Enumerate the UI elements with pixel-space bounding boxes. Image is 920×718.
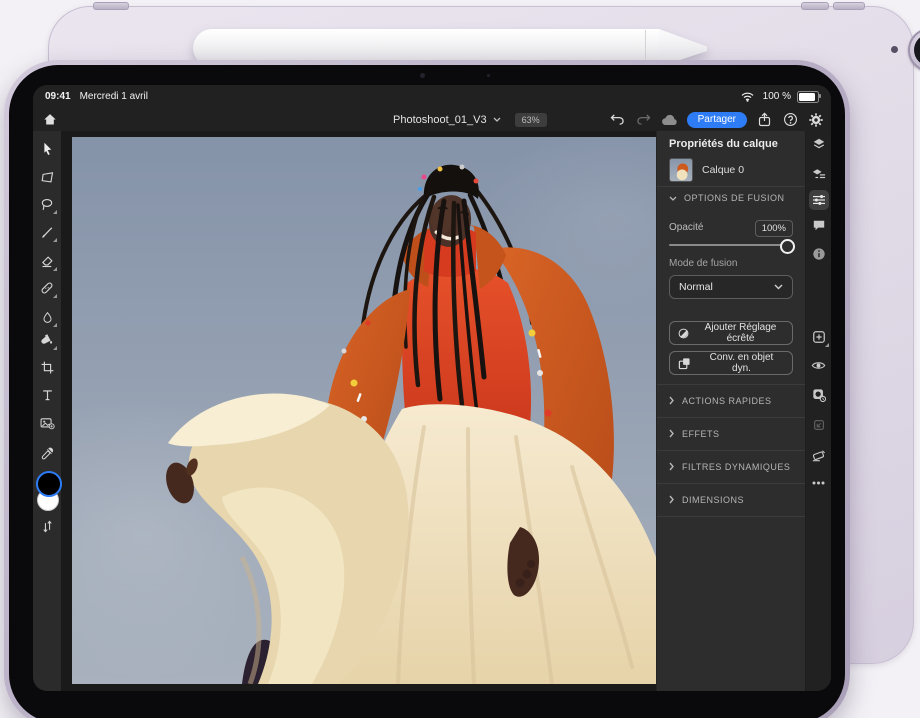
layer-name: Calque 0 [702,164,744,176]
document-title[interactable]: Photoshoot_01_V3 [393,114,487,126]
home-button[interactable] [37,109,63,130]
panel-title: Propriétés du calque [669,138,778,150]
convert-smart-object-label: Conv. en objet dyn. [699,352,784,374]
redo-button[interactable] [635,111,653,129]
layer-thumbnail[interactable] [669,158,693,182]
section-dimensions[interactable]: DIMENSIONS [657,483,805,516]
blend-mode-value: Normal [679,281,713,293]
share-button[interactable]: Partager [687,112,747,128]
blend-mode-dropdown[interactable]: Normal [669,275,793,299]
status-time: 09:41 [45,91,71,102]
battery-icon [797,91,819,103]
slider-track [669,244,793,246]
add-clipped-adjustment-button[interactable]: Ajouter Réglage écrêté [669,321,793,345]
brush-tool[interactable] [37,222,57,242]
swap-colors-button[interactable] [37,516,57,536]
canvas-area[interactable] [61,131,656,691]
convert-smart-object-button[interactable]: Conv. en objet dyn. [669,351,793,375]
volume-down-button [833,2,865,10]
status-date: Mercredi 1 avril [80,91,148,102]
layer-list-button[interactable] [809,164,829,184]
crop-tool[interactable] [37,357,57,377]
send-backward-button[interactable] [809,415,829,435]
chevron-right-icon [669,495,674,504]
chevron-down-icon [669,196,677,201]
cloud-sync-icon [661,111,679,129]
undo-button[interactable] [609,111,627,129]
ipad-screen: 09:41 Mercredi 1 avril 100 % Photosho [33,85,831,691]
blend-options-header[interactable]: OPTIONS DE FUSION [669,193,785,203]
rear-camera [908,28,920,72]
chevron-right-icon [669,396,674,405]
blend-mode-label: Mode de fusion [669,258,737,269]
export-icon[interactable] [755,111,773,129]
section-effets[interactable]: EFFETS [657,417,805,450]
move-tool[interactable] [37,139,57,159]
layers-view-button[interactable] [809,134,829,154]
transform-tool[interactable] [37,167,57,187]
smart-object-icon [678,357,691,370]
marketing-scene: 09:41 Mercredi 1 avril 100 % Photosho [0,0,920,718]
zoom-level-badge[interactable]: 63% [515,113,547,127]
front-sensor-icon [487,74,490,77]
type-tool[interactable] [37,385,57,405]
eraser-tool[interactable] [37,251,57,271]
adjustment-icon [678,327,689,340]
chevron-right-icon [669,429,674,438]
blend-options-label: OPTIONS DE FUSION [684,193,785,203]
volume-up-button [801,2,829,10]
tool-rail [33,131,62,691]
top-button [93,2,129,10]
fill-tool[interactable] [37,330,57,350]
lasso-tool[interactable] [37,194,57,214]
ipad-front-device: 09:41 Mercredi 1 avril 100 % Photosho [4,60,850,718]
liquify-tool[interactable] [37,307,57,327]
section-label: DIMENSIONS [682,495,744,505]
layer-properties-button[interactable] [809,190,829,210]
more-options-button[interactable] [809,473,829,493]
help-button[interactable] [781,111,799,129]
healing-brush-tool[interactable] [37,278,57,298]
layer-visibility-button[interactable] [809,355,829,375]
wifi-icon [739,88,757,106]
layer-row[interactable]: Calque 0 [669,158,744,182]
section-label: EFFETS [682,429,720,439]
opacity-label: Opacité [669,222,703,233]
canvas-photo [72,137,656,684]
layer-properties-panel: Propriétés du calque Calque 0 OPTIONS DE… [656,131,806,691]
app-toolbar: Photoshoot_01_V3 63% Partager [33,108,831,132]
front-camera-icon [420,73,425,78]
chevron-down-icon [493,117,501,122]
add-clipped-adjustment-label: Ajouter Réglage écrêté [697,322,784,344]
chevron-down-icon [774,284,783,290]
side-taskbar [806,131,831,691]
layer-mask-button[interactable] [809,385,829,405]
comments-button[interactable] [809,215,829,235]
section-filtres-dynamiques[interactable]: FILTRES DYNAMIQUES [657,450,805,483]
info-button[interactable] [809,244,829,264]
document-title-group[interactable]: Photoshoot_01_V3 63% [393,108,547,131]
section-label: FILTRES DYNAMIQUES [682,462,790,472]
opacity-value-field[interactable]: 100% [755,220,793,237]
eyedropper-tool[interactable] [37,444,57,464]
section-actions-rapides[interactable]: ACTIONS RAPIDES [657,384,805,417]
status-bar: 09:41 Mercredi 1 avril 100 % [33,85,831,108]
opacity-slider[interactable] [669,242,793,248]
clear-layer-button[interactable] [809,445,829,465]
add-layer-button[interactable] [809,327,829,347]
place-image-tool[interactable] [37,413,57,433]
foreground-color-chip[interactable] [36,471,62,497]
settings-gear-button[interactable] [807,111,825,129]
chevron-right-icon [669,462,674,471]
battery-percent: 100 % [763,91,791,102]
rear-mic-dot [891,46,898,53]
section-label: ACTIONS RAPIDES [682,396,772,406]
slider-handle[interactable] [780,239,795,254]
